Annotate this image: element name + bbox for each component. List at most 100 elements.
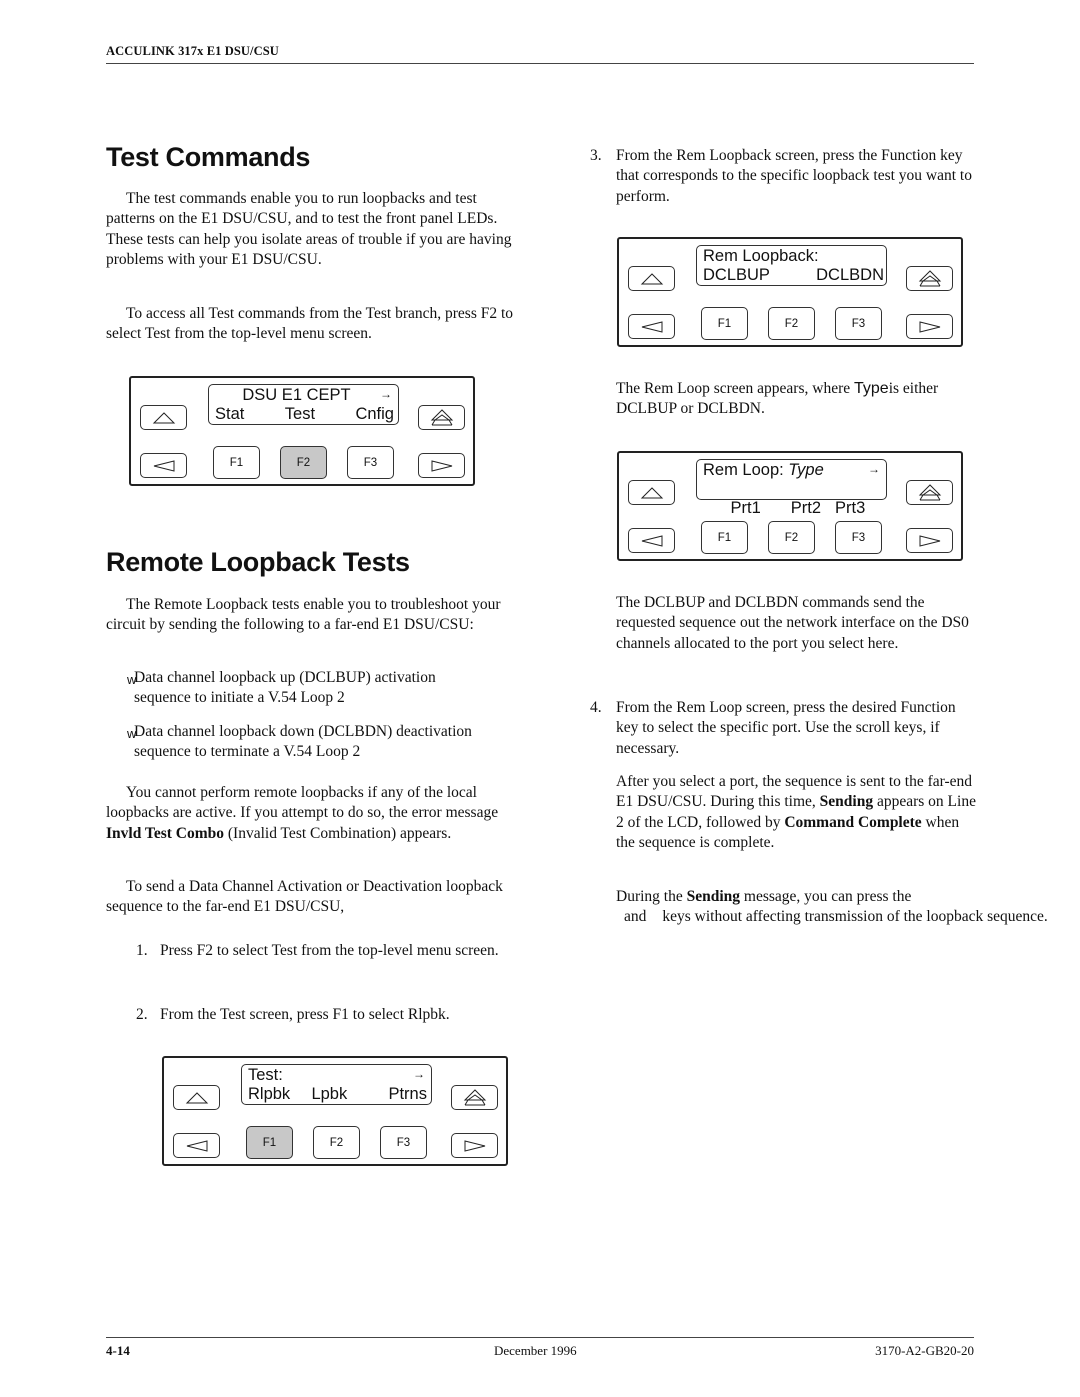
lcd-type-placeholder: Type (788, 461, 824, 479)
document-number: 3170-A2-GB20-20 (875, 1343, 974, 1358)
error-message-name: Invld Test Combo (106, 824, 225, 842)
note-text: message, you can press the (740, 888, 912, 905)
up-arrow-key[interactable] (173, 1085, 220, 1110)
page-up-icon (918, 269, 941, 286)
running-header: ACCULINK 317x E1 DSU/CSU (106, 44, 279, 58)
lcd-display: Rem Loopback: DCLBUP DCLBDN (696, 245, 887, 286)
f2-key[interactable]: F2 (768, 521, 815, 554)
page-up-key[interactable] (418, 405, 465, 430)
f3-key[interactable]: F3 (835, 307, 882, 340)
up-arrow-key[interactable] (140, 405, 187, 430)
lcd-option-dclbdn: DCLBDN (816, 266, 884, 284)
lcd-option-rlpbk: Rlpbk (248, 1085, 291, 1103)
left-arrow-icon (186, 1139, 207, 1152)
step-number: 4. (590, 699, 602, 716)
up-arrow-icon (152, 411, 175, 423)
f3-key[interactable]: F3 (380, 1126, 427, 1159)
left-arrow-key[interactable] (173, 1133, 220, 1158)
dclb-description: The DCLBUP and DCLBDN commands send the … (616, 594, 969, 652)
note-text: The Rem Loop screen appears, where (616, 380, 854, 397)
remote-loopback-bullets: w Data channel loopback up (DCLBUP) acti… (106, 668, 521, 763)
f3-key[interactable]: F3 (347, 446, 394, 479)
lcd-line-1: Rem Loopback: (703, 247, 819, 265)
lcd-option-lpbk: Lpbk (311, 1085, 348, 1103)
step-number: 1. (136, 942, 148, 959)
f1-key[interactable]: F1 (246, 1126, 293, 1159)
right-arrow-icon (464, 1139, 485, 1152)
left-arrow-icon (641, 534, 662, 547)
up-arrow-icon (640, 272, 663, 284)
up-arrow-icon (185, 1091, 208, 1103)
page-up-icon (430, 408, 453, 425)
f2-key[interactable]: F2 (280, 446, 327, 479)
left-arrow-key[interactable] (628, 314, 675, 339)
left-arrow-key[interactable] (140, 453, 187, 478)
scroll-right-indicator-icon: → (380, 387, 392, 401)
bullet-item: w Data channel loopback down (DCLBDN) de… (106, 722, 521, 763)
type-placeholder: Type (854, 380, 889, 397)
lcd-option-ptrns: Ptrns (388, 1085, 427, 1103)
f2-key[interactable]: F2 (313, 1126, 360, 1159)
page-up-icon (463, 1088, 486, 1105)
step-3: 3. From the Rem Loopback screen, press t… (590, 146, 975, 207)
left-arrow-icon (153, 459, 174, 472)
invalid-combo-note: You cannot perform remote loopbacks if a… (106, 783, 506, 844)
lcd-option-dclbup: DCLBUP (703, 266, 770, 284)
lcd-line-1: Rem Loop: Type (703, 461, 882, 480)
during-sending-note: During the Sending message, you can pres… (616, 887, 1048, 928)
step-1: 1. Press F2 to select Test from the top-… (136, 941, 506, 961)
page-up-key[interactable] (451, 1085, 498, 1110)
step-number: 2. (136, 1006, 148, 1023)
bullet-icon: w (127, 672, 137, 687)
status-sending: Sending (819, 793, 874, 811)
up-arrow-key[interactable] (628, 266, 675, 291)
up-arrow-icon (640, 486, 663, 498)
step-text: From the Test screen, press F1 to select… (160, 1006, 450, 1023)
status-sending: Sending (686, 888, 741, 905)
bullet-text: Data channel loopback down (DCLBDN) deac… (134, 722, 472, 761)
note-text: and (624, 908, 647, 926)
lcd-option-prt2: Prt2 (790, 499, 822, 517)
step-4: 4. From the Rem Loop screen, press the d… (590, 698, 975, 759)
right-arrow-key[interactable] (418, 453, 465, 478)
heading-remote-loopback-tests: Remote Loopback Tests (106, 547, 410, 577)
header-rule (106, 63, 974, 64)
lcd-option-cnfig: Cnfig (355, 405, 394, 423)
scroll-right-indicator-icon: → (868, 462, 880, 476)
lcd-option-prt1: Prt1 (730, 499, 761, 517)
right-arrow-key[interactable] (451, 1133, 498, 1158)
test-commands-intro: The test commands enable you to run loop… (106, 190, 512, 269)
f2-key[interactable]: F2 (768, 307, 815, 340)
bullet-item: w Data channel loopback up (DCLBUP) acti… (106, 668, 521, 709)
lcd-display: Test: → Rlpbk Lpbk Ptrns (241, 1064, 432, 1105)
lcd-panel-rem-loop: Rem Loop: Type → Prt1 Prt2 Prt3 F1 F2 F3 (617, 451, 963, 561)
note-text: (Invalid Test Combination) appears. (224, 824, 452, 842)
lcd-line-1: DSU E1 CEPT (242, 386, 351, 404)
note-text: You cannot perform remote loopbacks if a… (106, 784, 499, 822)
lcd-line-2: DCLBUP DCLBDN (703, 266, 884, 285)
lcd-line-1-label: Rem Loop: (703, 461, 789, 479)
f1-key[interactable]: F1 (213, 446, 260, 479)
f3-key[interactable]: F3 (835, 521, 882, 554)
lcd-display: Rem Loop: Type → Prt1 Prt2 Prt3 (696, 459, 887, 517)
page-up-key[interactable] (906, 266, 953, 291)
lcd-panel-test: Test: → Rlpbk Lpbk Ptrns F1 F2 F3 (162, 1056, 508, 1166)
heading-test-commands: Test Commands (106, 142, 311, 172)
f1-key[interactable]: F1 (701, 521, 748, 554)
lcd-option-test: Test (284, 405, 316, 423)
up-arrow-key[interactable] (628, 480, 675, 505)
right-arrow-icon (431, 459, 452, 472)
right-arrow-icon (919, 534, 940, 547)
lcd-display: DSU E1 CEPT → Stat Test Cnfig (208, 384, 399, 425)
step-text: From the Rem Loop screen, press the desi… (616, 699, 956, 757)
f1-key[interactable]: F1 (701, 307, 748, 340)
page-up-icon (918, 483, 941, 500)
right-arrow-key[interactable] (906, 314, 953, 339)
lcd-line-1: Test: (248, 1066, 283, 1084)
lcd-option-stat: Stat (215, 405, 245, 423)
bullet-text: Data channel loopback up (DCLBUP) activa… (134, 669, 436, 707)
step-text: From the Rem Loopback screen, press the … (616, 147, 972, 205)
right-arrow-key[interactable] (906, 528, 953, 553)
left-arrow-key[interactable] (628, 528, 675, 553)
page-up-key[interactable] (906, 480, 953, 505)
